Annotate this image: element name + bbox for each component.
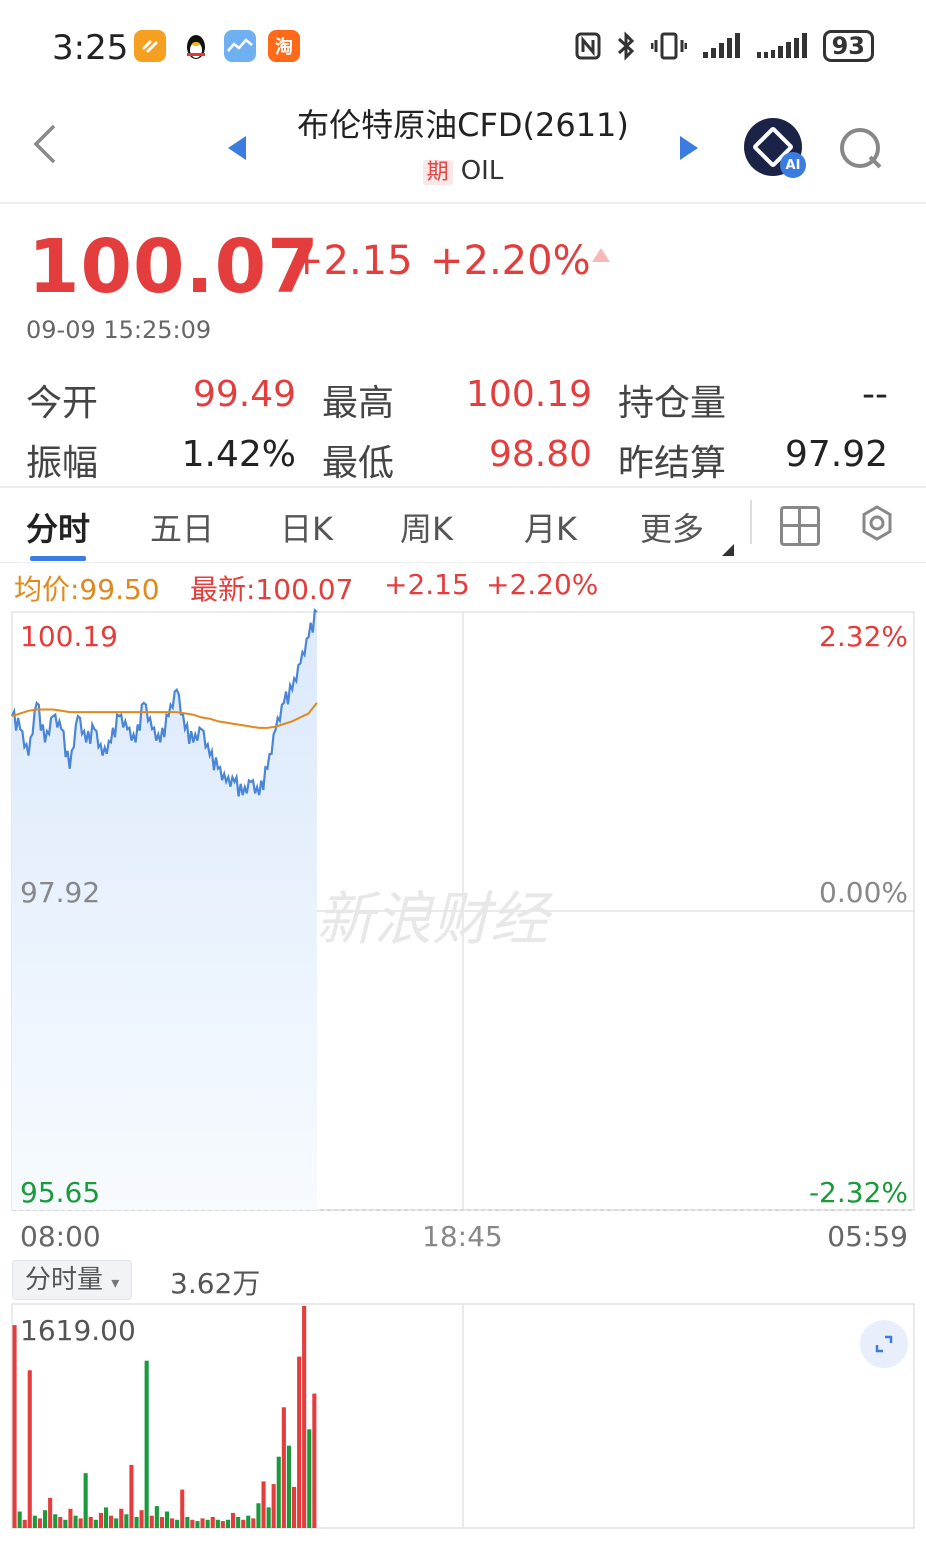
volume-bar xyxy=(231,1512,236,1528)
volume-bar xyxy=(12,1325,17,1528)
volume-bar xyxy=(119,1508,124,1528)
volume-bar xyxy=(297,1356,302,1528)
volume-bar xyxy=(236,1517,241,1528)
volume-bar xyxy=(124,1514,129,1528)
volume-bar xyxy=(251,1518,256,1528)
volume-bar xyxy=(164,1511,169,1528)
volume-bar xyxy=(73,1515,78,1528)
volume-bar xyxy=(68,1508,73,1528)
volume-bar xyxy=(180,1489,185,1528)
y-pct-mid: 0.00% xyxy=(819,876,908,909)
volume-bar xyxy=(114,1518,119,1528)
volume-bar xyxy=(154,1506,159,1528)
y-pct-low: -2.32% xyxy=(808,1176,908,1209)
volume-bar xyxy=(276,1456,281,1528)
volume-bar xyxy=(98,1512,103,1528)
expand-chart-button[interactable] xyxy=(860,1320,908,1368)
volume-bar xyxy=(241,1519,246,1528)
volume-bar xyxy=(286,1445,291,1528)
y-pct-high: 2.32% xyxy=(819,620,908,653)
volume-bar xyxy=(17,1511,22,1528)
volume-bar xyxy=(43,1510,48,1528)
volume-bar xyxy=(271,1484,276,1528)
volume-bar xyxy=(83,1473,88,1528)
volume-bar xyxy=(261,1481,266,1528)
volume-bar xyxy=(78,1518,83,1528)
volume-type-select[interactable]: 分时量 ▾ xyxy=(12,1260,133,1300)
volume-bar xyxy=(109,1515,114,1528)
x-label-start: 08:00 xyxy=(20,1220,101,1253)
expand-icon xyxy=(875,1335,893,1353)
volume-bar xyxy=(88,1517,93,1528)
volume-bar xyxy=(200,1518,205,1528)
volume-bar xyxy=(58,1517,63,1528)
volume-bar xyxy=(210,1517,215,1528)
volume-bar xyxy=(27,1370,32,1528)
volume-total: 3.62万 xyxy=(170,1267,261,1300)
volume-bar xyxy=(22,1519,27,1528)
volume-bar xyxy=(190,1519,195,1528)
chevron-down-icon: ▾ xyxy=(111,1273,120,1292)
volume-bar xyxy=(32,1515,37,1528)
volume-bar xyxy=(215,1519,220,1528)
volume-bar xyxy=(175,1519,180,1528)
volume-bar xyxy=(149,1515,154,1528)
volume-bar xyxy=(185,1517,190,1528)
x-label-mid: 18:45 xyxy=(422,1220,503,1253)
volume-bar xyxy=(104,1507,109,1528)
volume-bar xyxy=(307,1429,312,1528)
volume-bar xyxy=(302,1306,307,1528)
volume-bar xyxy=(134,1517,139,1528)
volume-type-label: 分时量 xyxy=(25,1265,104,1295)
volume-bar xyxy=(129,1464,134,1528)
volume-bar xyxy=(48,1497,53,1528)
volume-bar xyxy=(170,1518,175,1528)
intraday-price-chart[interactable] xyxy=(0,0,926,1548)
volume-bar xyxy=(312,1393,317,1528)
y-label-low: 95.65 xyxy=(20,1176,101,1209)
volume-bar xyxy=(246,1515,251,1528)
y-label-mid: 97.92 xyxy=(20,876,101,909)
volume-max-label: 1619.00 xyxy=(20,1314,136,1347)
price-area xyxy=(12,612,317,1210)
volume-bar xyxy=(144,1360,149,1528)
volume-bar xyxy=(281,1407,286,1528)
volume-bar xyxy=(292,1486,297,1528)
volume-bar xyxy=(220,1521,225,1528)
volume-bar xyxy=(93,1519,98,1528)
watermark: 新浪财经 xyxy=(316,885,549,953)
volume-bar xyxy=(205,1519,210,1528)
volume-bar xyxy=(266,1507,271,1528)
x-label-end: 05:59 xyxy=(827,1220,908,1253)
volume-bar xyxy=(195,1521,200,1528)
y-label-high: 100.19 xyxy=(20,620,118,653)
volume-bar xyxy=(225,1519,230,1528)
volume-bar xyxy=(256,1503,261,1528)
volume-bar xyxy=(53,1514,58,1528)
volume-bar xyxy=(139,1510,144,1528)
volume-bar xyxy=(37,1518,42,1528)
volume-bar xyxy=(159,1517,164,1528)
volume-bar xyxy=(63,1519,68,1528)
